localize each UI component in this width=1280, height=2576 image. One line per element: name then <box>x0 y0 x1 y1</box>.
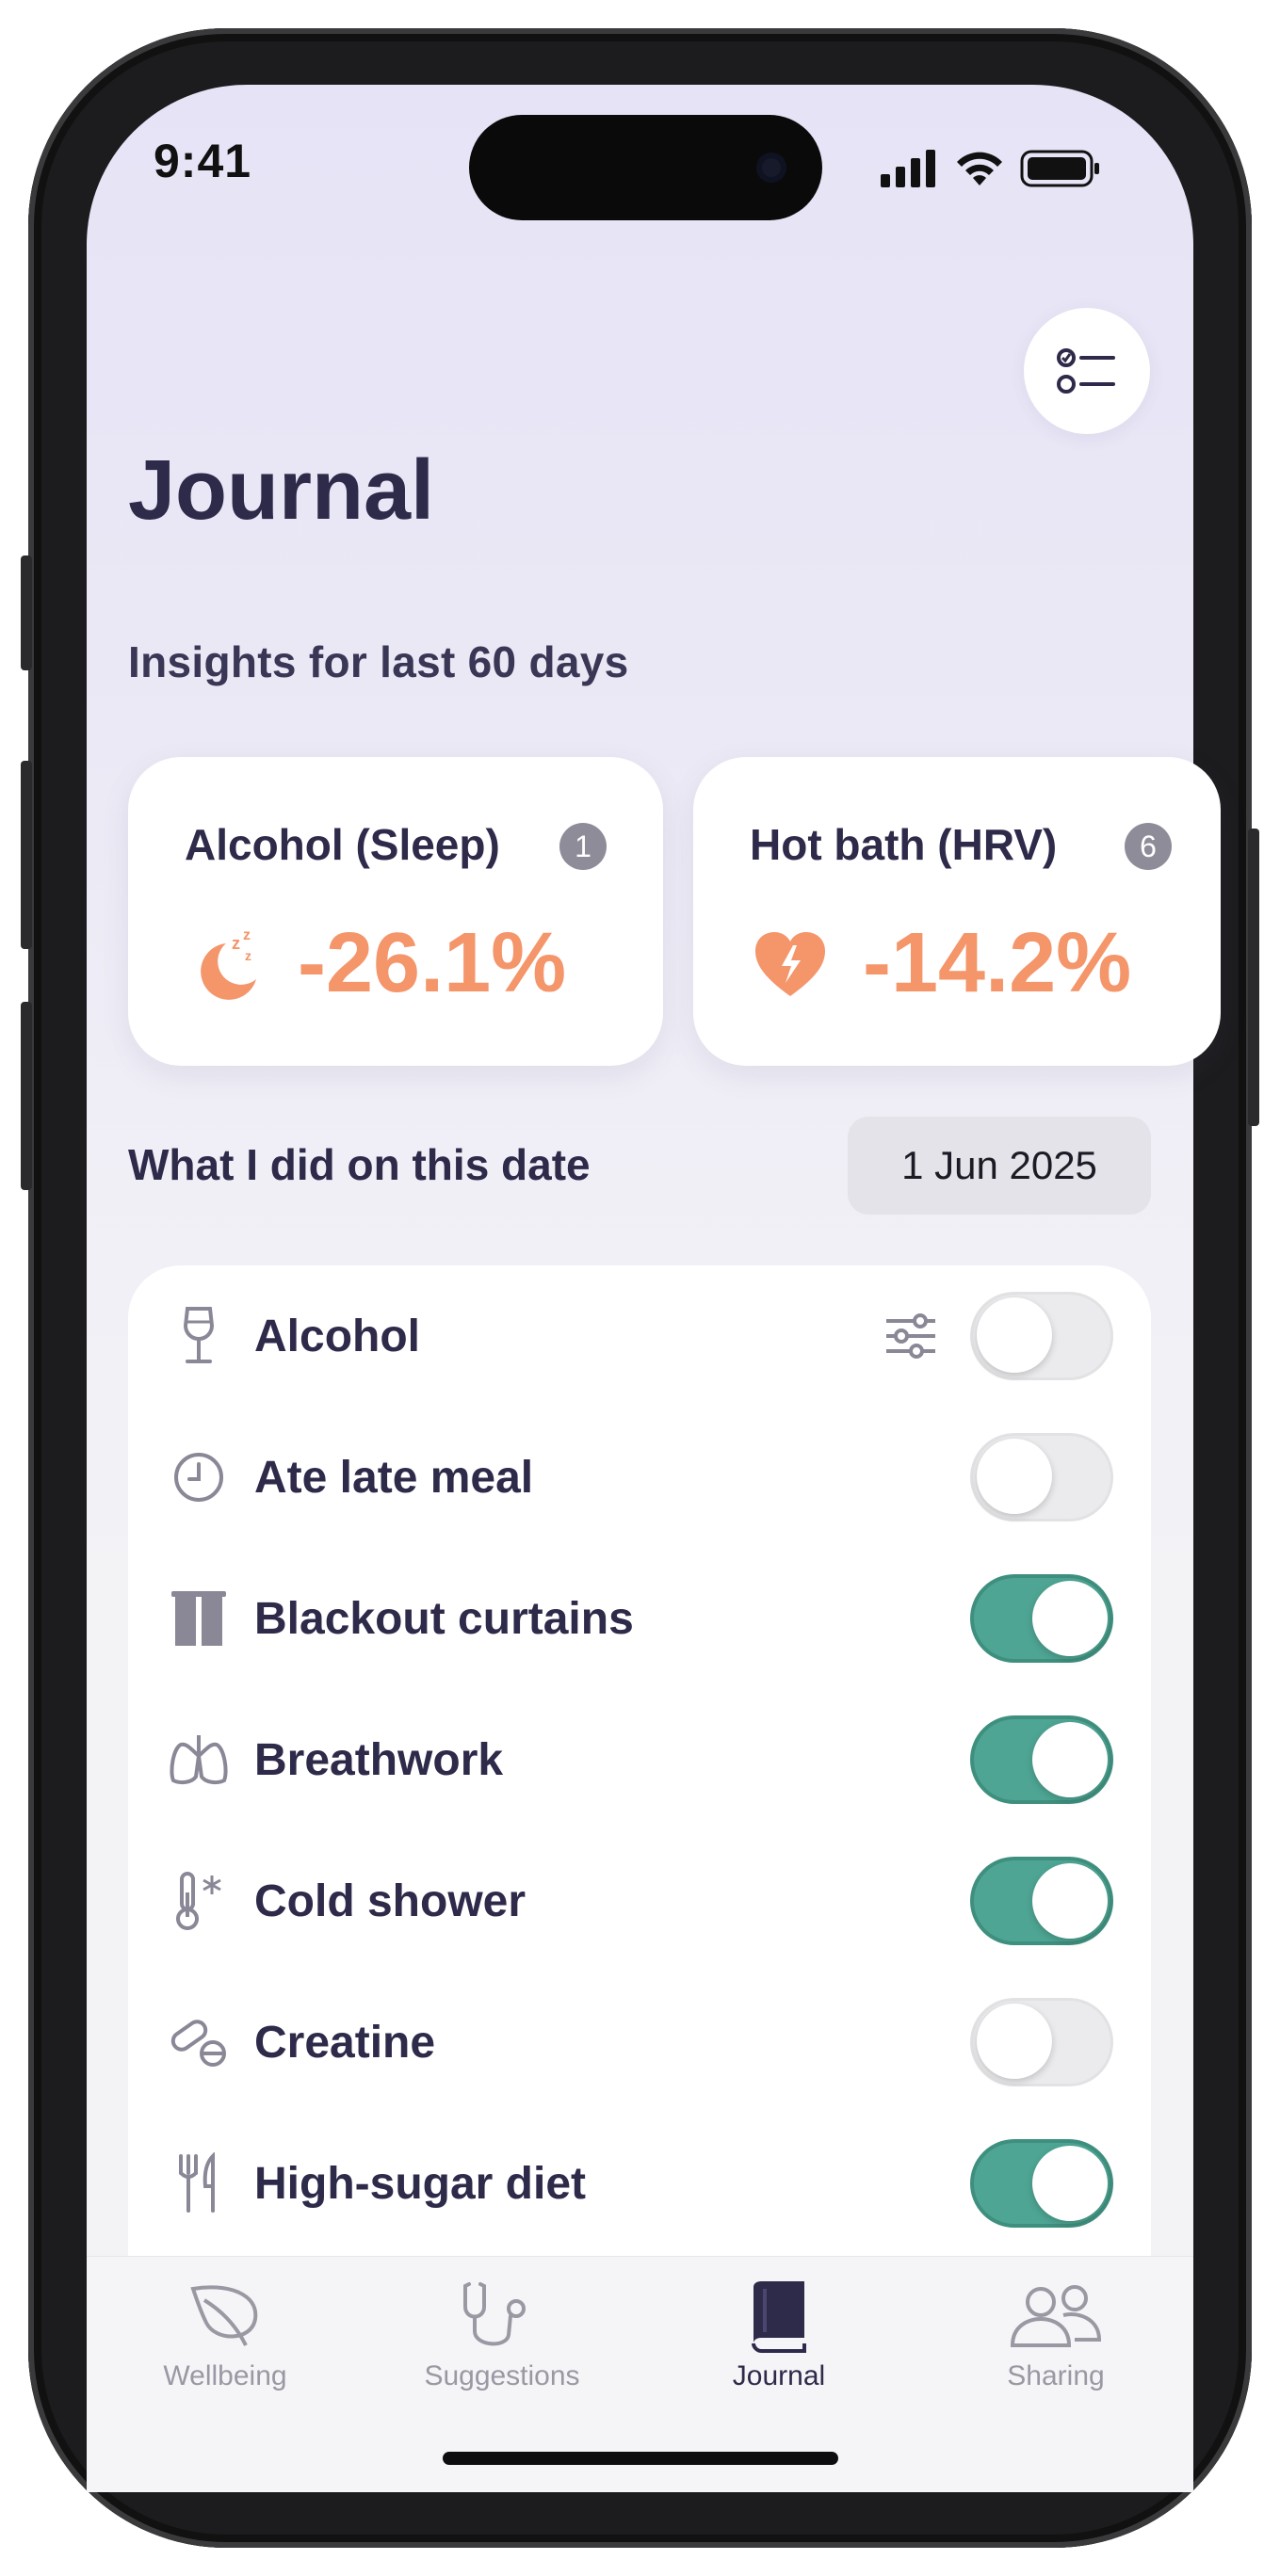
list-item-creatine: Creatine <box>128 1972 1151 2113</box>
curtains-icon <box>166 1586 232 1651</box>
tab-wellbeing[interactable]: Wellbeing <box>103 2276 348 2417</box>
insight-count-badge: 6 <box>1125 823 1172 870</box>
list-item-label: High-sugar diet <box>254 2158 587 2209</box>
insight-title: Hot bath (HRV) <box>750 820 1058 869</box>
toggle-cold-shower[interactable] <box>970 1857 1113 1945</box>
tab-label: Sharing <box>1007 2360 1105 2391</box>
svg-text:z: z <box>245 948 251 963</box>
people-icon <box>1009 2276 1103 2357</box>
home-indicator[interactable] <box>443 2452 838 2465</box>
tab-label: Suggestions <box>424 2360 580 2391</box>
list-item-label: Alcohol <box>254 1311 420 1361</box>
fork-knife-icon <box>166 2150 232 2216</box>
heart-bolt-icon <box>755 932 825 996</box>
wifi-icon <box>957 152 1002 185</box>
toggle-breathwork[interactable] <box>970 1715 1113 1804</box>
volume-up-button <box>21 761 32 949</box>
insight-card-alcohol-sleep[interactable]: Alcohol (Sleep) 1 z z z -26.1% <box>128 757 663 1066</box>
battery-icon <box>1020 150 1099 187</box>
volume-down-button <box>21 1002 32 1190</box>
activity-list: Alcohol Ate late meal Blackout curtains … <box>128 1265 1151 2273</box>
activities-heading: What I did on this date <box>128 1140 591 1189</box>
toggle-blackout-curtains[interactable] <box>970 1574 1113 1663</box>
toggle-creatine[interactable] <box>970 1998 1113 2086</box>
tab-sharing[interactable]: Sharing <box>933 2276 1178 2417</box>
list-item-cold-shower: Cold shower <box>128 1830 1151 1972</box>
insight-card-hot-bath-hrv[interactable]: Hot bath (HRV) 6 -14.2% <box>693 757 1221 1066</box>
insight-count-badge: 1 <box>559 823 607 870</box>
insight-title: Alcohol (Sleep) <box>185 820 500 869</box>
list-item-alcohol: Alcohol <box>128 1265 1151 1407</box>
pills-icon <box>166 2009 232 2075</box>
toggle-alcohol[interactable] <box>970 1292 1113 1380</box>
power-button <box>1248 829 1259 1126</box>
clock-icon <box>166 1444 232 1510</box>
list-item-blackout-curtains: Blackout curtains <box>128 1548 1151 1689</box>
dynamic-island <box>469 115 822 220</box>
list-item-breathwork: Breathwork <box>128 1689 1151 1830</box>
status-icons <box>881 149 1101 188</box>
list-item-ate-late-meal: Ate late meal <box>128 1407 1151 1548</box>
tab-suggestions[interactable]: Suggestions <box>380 2276 624 2417</box>
leaf-icon <box>178 2276 272 2357</box>
list-item-label: Blackout curtains <box>254 1593 634 1644</box>
insight-value: -26.1% <box>298 916 567 1010</box>
tab-label: Journal <box>732 2360 826 2391</box>
list-item-label: Breathwork <box>254 1734 504 1785</box>
list-item-label: Creatine <box>254 2017 436 2068</box>
date-picker[interactable]: 1 Jun 2025 <box>848 1117 1151 1215</box>
checklist-icon <box>1057 348 1115 394</box>
thermometer-snow-icon <box>166 1868 232 1934</box>
checklist-button[interactable] <box>1024 308 1150 434</box>
wine-glass-icon <box>166 1303 232 1369</box>
toggle-ate-late-meal[interactable] <box>970 1433 1113 1521</box>
sliders-icon[interactable] <box>878 1303 944 1369</box>
svg-text:z: z <box>232 934 240 953</box>
list-item-label: Ate late meal <box>254 1452 534 1503</box>
list-item-high-sugar-diet: High-sugar diet <box>128 2113 1151 2254</box>
sleep-moon-icon: z z z <box>201 927 256 1000</box>
signal-icon <box>881 150 935 187</box>
insights-heading: Insights for last 60 days <box>128 637 629 686</box>
toggle-high-sugar-diet[interactable] <box>970 2139 1113 2228</box>
stethoscope-icon <box>455 2276 549 2357</box>
list-item-label: Cold shower <box>254 1876 527 1926</box>
tab-journal[interactable]: Journal <box>656 2276 901 2417</box>
status-time: 9:41 <box>154 135 252 187</box>
svg-text:z: z <box>243 927 251 943</box>
book-icon <box>732 2276 826 2357</box>
mute-switch <box>21 555 32 670</box>
page-title: Journal <box>128 443 435 538</box>
tab-label: Wellbeing <box>163 2360 287 2391</box>
lungs-icon <box>166 1727 232 1793</box>
insight-value: -14.2% <box>863 916 1132 1010</box>
